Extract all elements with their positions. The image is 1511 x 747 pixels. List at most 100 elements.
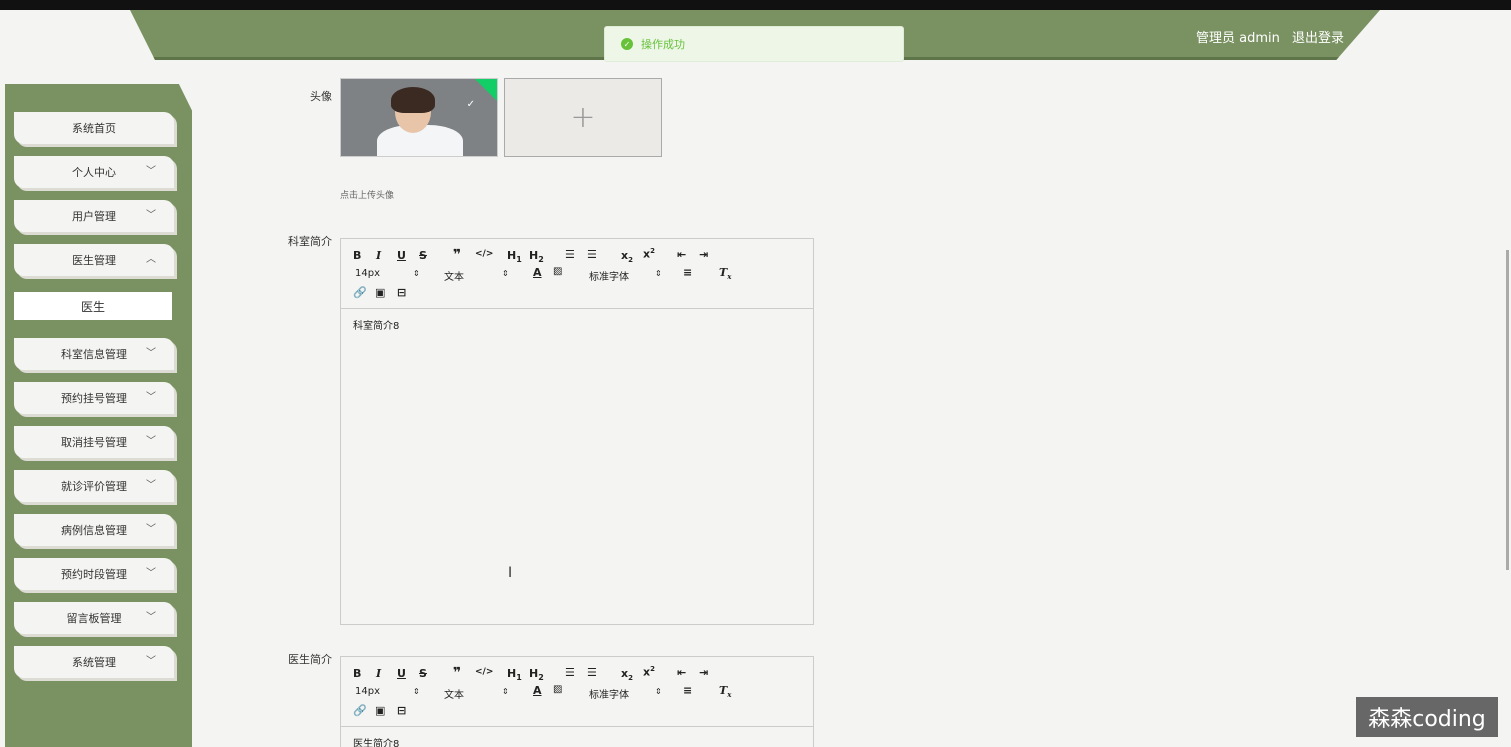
sidebar-subitem-doctor[interactable]: 医生 bbox=[14, 292, 172, 320]
sidebar-item-personal-center[interactable]: 个人中心 ﹀ bbox=[14, 156, 174, 188]
link-icon[interactable]: 🔗 bbox=[353, 704, 367, 717]
blockquote-icon[interactable]: ❞ bbox=[453, 247, 461, 263]
subscript-icon[interactable]: x2 bbox=[621, 249, 633, 264]
select-arrows-icon: ⇕ bbox=[655, 687, 662, 696]
superscript-icon[interactable]: x2 bbox=[643, 665, 655, 679]
clear-format-icon[interactable]: Tx bbox=[719, 684, 731, 699]
sidebar-item-appointments[interactable]: 预约挂号管理 ﹀ bbox=[14, 382, 174, 414]
heading2-icon[interactable]: H2 bbox=[529, 667, 544, 682]
text-color-icon[interactable]: A bbox=[533, 266, 542, 279]
align-icon[interactable]: ≡ bbox=[683, 684, 692, 697]
strikethrough-icon[interactable]: S bbox=[419, 667, 427, 680]
image-icon[interactable]: ▣ bbox=[375, 286, 385, 299]
text-color-icon[interactable]: A bbox=[533, 684, 542, 697]
sidebar-item-messages[interactable]: 留言板管理 ﹀ bbox=[14, 602, 174, 634]
select-arrows-icon: ⇕ bbox=[502, 269, 509, 278]
window-top-bar bbox=[0, 0, 1511, 10]
font-family-value: 标准字体 bbox=[589, 690, 629, 701]
doctor-intro-editor: B I U S ❞ </> H1 H2 ☰ ☰ x2 x2 ⇤ ⇥ 14px ⇕ … bbox=[340, 656, 814, 747]
font-size-select[interactable]: 14px ⇕ bbox=[355, 686, 421, 697]
blockquote-icon[interactable]: ❞ bbox=[453, 665, 461, 681]
text-cursor-icon: I bbox=[508, 565, 513, 581]
clear-format-icon[interactable]: Tx bbox=[719, 266, 731, 281]
format-select[interactable]: 文本 ⇕ bbox=[444, 686, 510, 701]
sidebar-item-cancellations[interactable]: 取消挂号管理 ﹀ bbox=[14, 426, 174, 458]
dept-intro-text: 科室简介8 bbox=[353, 321, 400, 332]
user-label: 管理员 admin bbox=[1195, 31, 1280, 46]
toast-message: 操作成功 bbox=[641, 38, 685, 51]
background-color-icon[interactable]: ▨ bbox=[553, 684, 562, 695]
success-check-icon: ✓ bbox=[621, 38, 633, 50]
indent-icon[interactable]: ⇥ bbox=[699, 248, 708, 261]
dept-intro-editor: B I U S ❞ </> H1 H2 ☰ ☰ x2 x2 ⇤ ⇥ 14px ⇕ … bbox=[340, 238, 814, 625]
font-size-select[interactable]: 14px ⇕ bbox=[355, 268, 421, 279]
check-icon: ✓ bbox=[466, 99, 475, 110]
sidebar-item-doctors[interactable]: 医生管理 ︿ bbox=[14, 244, 174, 276]
sidebar-item-home[interactable]: 系统首页 bbox=[14, 112, 174, 144]
sidebar-item-label: 系统管理 bbox=[72, 656, 116, 669]
italic-icon[interactable]: I bbox=[376, 249, 381, 262]
heading1-icon[interactable]: H1 bbox=[507, 667, 522, 682]
subscript-icon[interactable]: x2 bbox=[621, 667, 633, 682]
font-family-select[interactable]: 标准字体 ⇕ bbox=[589, 268, 665, 283]
italic-icon[interactable]: I bbox=[376, 667, 381, 680]
chevron-down-icon: ﹀ bbox=[146, 568, 156, 579]
upload-avatar-button[interactable]: + bbox=[504, 78, 662, 157]
plus-icon: + bbox=[570, 100, 596, 135]
font-size-value: 14px bbox=[355, 686, 380, 697]
image-icon[interactable]: ▣ bbox=[375, 704, 385, 717]
ordered-list-icon[interactable]: ☰ bbox=[565, 248, 575, 261]
scrollbar[interactable] bbox=[1506, 250, 1509, 570]
underline-icon[interactable]: U bbox=[397, 249, 406, 262]
sidebar-item-system[interactable]: 系统管理 ﹀ bbox=[14, 646, 174, 678]
align-icon[interactable]: ≡ bbox=[683, 266, 692, 279]
bold-icon[interactable]: B bbox=[353, 249, 361, 262]
superscript-icon[interactable]: x2 bbox=[643, 247, 655, 261]
outdent-icon[interactable]: ⇤ bbox=[677, 248, 686, 261]
indent-icon[interactable]: ⇥ bbox=[699, 666, 708, 679]
sidebar-item-departments[interactable]: 科室信息管理 ﹀ bbox=[14, 338, 174, 370]
bold-icon[interactable]: B bbox=[353, 667, 361, 680]
chevron-down-icon: ﹀ bbox=[146, 348, 156, 359]
editor-content[interactable]: 医生简介8 bbox=[341, 727, 813, 747]
select-arrows-icon: ⇕ bbox=[413, 687, 420, 696]
font-family-select[interactable]: 标准字体 ⇕ bbox=[589, 686, 665, 701]
bullet-list-icon[interactable]: ☰ bbox=[587, 248, 597, 261]
editor-content[interactable]: 科室简介8 bbox=[341, 309, 813, 340]
strikethrough-icon[interactable]: S bbox=[419, 249, 427, 262]
underline-icon[interactable]: U bbox=[397, 667, 406, 680]
sidebar-item-label: 医生 bbox=[80, 299, 105, 314]
sidebar-item-label: 个人中心 bbox=[72, 166, 116, 179]
background-color-icon[interactable]: ▨ bbox=[553, 266, 562, 277]
video-icon[interactable]: ⊟ bbox=[397, 704, 406, 717]
chevron-up-icon: ︿ bbox=[146, 254, 156, 265]
select-arrows-icon: ⇕ bbox=[502, 687, 509, 696]
editor-toolbar: B I U S ❞ </> H1 H2 ☰ ☰ x2 x2 ⇤ ⇥ 14px ⇕ … bbox=[341, 657, 813, 727]
sidebar-item-timeslots[interactable]: 预约时段管理 ﹀ bbox=[14, 558, 174, 590]
upload-hint: 点击上传头像 bbox=[340, 191, 395, 201]
bullet-list-icon[interactable]: ☰ bbox=[587, 666, 597, 679]
select-arrows-icon: ⇕ bbox=[655, 269, 662, 278]
chevron-down-icon: ﹀ bbox=[146, 166, 156, 177]
avatar-image[interactable]: ✓ bbox=[340, 78, 498, 157]
sidebar-item-label: 预约时段管理 bbox=[61, 568, 127, 581]
sidebar-item-cases[interactable]: 病例信息管理 ﹀ bbox=[14, 514, 174, 546]
sidebar-item-users[interactable]: 用户管理 ﹀ bbox=[14, 200, 174, 232]
avatar-label: 头像 bbox=[310, 90, 332, 103]
outdent-icon[interactable]: ⇤ bbox=[677, 666, 686, 679]
chevron-down-icon: ﹀ bbox=[146, 210, 156, 221]
sidebar-item-label: 系统首页 bbox=[72, 122, 116, 135]
heading1-icon[interactable]: H1 bbox=[507, 249, 522, 264]
format-select[interactable]: 文本 ⇕ bbox=[444, 268, 510, 283]
video-icon[interactable]: ⊟ bbox=[397, 286, 406, 299]
sidebar-item-reviews[interactable]: 就诊评价管理 ﹀ bbox=[14, 470, 174, 502]
code-icon[interactable]: </> bbox=[475, 249, 493, 259]
link-icon[interactable]: 🔗 bbox=[353, 286, 367, 299]
heading2-icon[interactable]: H2 bbox=[529, 249, 544, 264]
logout-link[interactable]: 退出登录 bbox=[1292, 31, 1344, 46]
sidebar-item-label: 就诊评价管理 bbox=[61, 480, 127, 493]
ordered-list-icon[interactable]: ☰ bbox=[565, 666, 575, 679]
chevron-down-icon: ﹀ bbox=[146, 436, 156, 447]
code-icon[interactable]: </> bbox=[475, 667, 493, 677]
font-family-value: 标准字体 bbox=[589, 272, 629, 283]
